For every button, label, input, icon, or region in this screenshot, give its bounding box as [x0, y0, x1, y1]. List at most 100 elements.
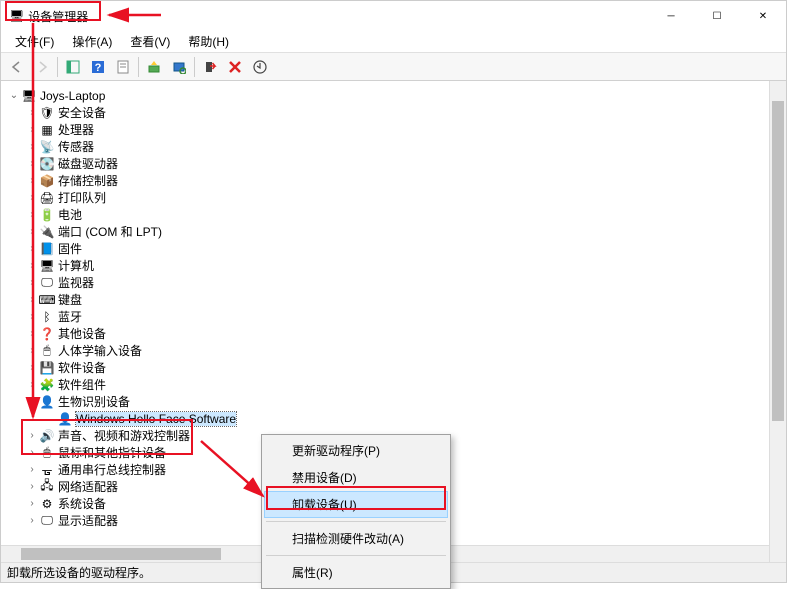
- menu-view[interactable]: 查看(V): [122, 31, 178, 52]
- expander-icon[interactable]: ›: [25, 311, 39, 322]
- tree-category[interactable]: ›🖨打印队列: [7, 189, 786, 206]
- toolbar-disable[interactable]: [198, 55, 222, 79]
- toolbar-show-hide[interactable]: [61, 55, 85, 79]
- tree-category[interactable]: ›🖥计算机: [7, 257, 786, 274]
- context-separator: [266, 555, 446, 556]
- expander-icon[interactable]: ›: [25, 447, 39, 458]
- expander-icon[interactable]: ›: [25, 175, 39, 186]
- tree-node-label: 端口 (COM 和 LPT): [58, 223, 162, 240]
- status-text: 卸载所选设备的驱动程序。: [7, 564, 151, 581]
- svg-text:?: ?: [95, 62, 102, 74]
- expander-icon[interactable]: ⌄: [7, 90, 21, 101]
- tree-node-label: 固件: [58, 240, 82, 257]
- expander-icon[interactable]: ›: [25, 379, 39, 390]
- expander-icon[interactable]: ›: [25, 464, 39, 475]
- tree-root[interactable]: ⌄🖥Joys-Laptop: [7, 87, 786, 104]
- expander-icon[interactable]: ›: [25, 124, 39, 135]
- tree-category[interactable]: ›🖵监视器: [7, 274, 786, 291]
- tree-category[interactable]: ›❓其他设备: [7, 325, 786, 342]
- tree-category[interactable]: ›🛡安全设备: [7, 104, 786, 121]
- toolbar-properties[interactable]: [111, 55, 135, 79]
- toolbar-back[interactable]: [5, 55, 29, 79]
- expander-icon[interactable]: ›: [25, 481, 39, 492]
- context-disable-device[interactable]: 禁用设备(D): [264, 464, 448, 491]
- context-properties[interactable]: 属性(R): [264, 559, 448, 586]
- tree-category[interactable]: ›🧩软件组件: [7, 376, 786, 393]
- context-menu: 更新驱动程序(P) 禁用设备(D) 卸载设备(U) 扫描检测硬件改动(A) 属性…: [261, 434, 451, 589]
- expander-icon[interactable]: ›: [25, 141, 39, 152]
- expander-icon[interactable]: ›: [25, 430, 39, 441]
- tree-node-label: 通用串行总线控制器: [58, 461, 166, 478]
- expander-icon[interactable]: ›: [25, 209, 39, 220]
- context-separator: [266, 521, 446, 522]
- storage-icon: 📦: [39, 173, 55, 189]
- close-button[interactable]: ✕: [740, 1, 786, 31]
- toolbar-update-driver[interactable]: [142, 55, 166, 79]
- tree-item-hello-face[interactable]: 👤Windows Hello Face Software: [7, 410, 786, 427]
- expander-icon[interactable]: ›: [25, 345, 39, 356]
- expander-icon[interactable]: ›: [25, 226, 39, 237]
- maximize-button[interactable]: ☐: [694, 1, 740, 31]
- tree-category[interactable]: ›⌨键盘: [7, 291, 786, 308]
- tree-category[interactable]: ›📡传感器: [7, 138, 786, 155]
- toolbar-add-legacy[interactable]: [248, 55, 272, 79]
- expander-icon[interactable]: ›: [25, 277, 39, 288]
- tree-category[interactable]: ›📦存储控制器: [7, 172, 786, 189]
- expander-icon[interactable]: ›: [25, 328, 39, 339]
- tree-node-label: 处理器: [58, 121, 94, 138]
- tree-node-label: 打印队列: [58, 189, 106, 206]
- expander-icon[interactable]: ›: [25, 515, 39, 526]
- expander-icon[interactable]: ›: [25, 192, 39, 203]
- expander-icon[interactable]: ›: [25, 107, 39, 118]
- tree-category[interactable]: ›ᛒ蓝牙: [7, 308, 786, 325]
- toolbar-scan-hardware[interactable]: [167, 55, 191, 79]
- tree-category[interactable]: ›📘固件: [7, 240, 786, 257]
- tree-category-biometric[interactable]: ⌄👤生物识别设备: [7, 393, 786, 410]
- vertical-scrollbar[interactable]: [769, 81, 786, 562]
- expander-icon[interactable]: ›: [25, 158, 39, 169]
- context-uninstall-device[interactable]: 卸载设备(U): [264, 491, 448, 518]
- printer-icon: 🖨: [39, 190, 55, 206]
- toolbar-forward[interactable]: [30, 55, 54, 79]
- expander-icon[interactable]: ›: [25, 498, 39, 509]
- toolbar: ?: [1, 53, 786, 81]
- menu-help[interactable]: 帮助(H): [180, 31, 237, 52]
- tree-category[interactable]: ›💽磁盘驱动器: [7, 155, 786, 172]
- tree-node-label: 安全设备: [58, 104, 106, 121]
- tree-node-label: Joys-Laptop: [40, 89, 105, 103]
- tree-node-label: 监视器: [58, 274, 94, 291]
- minimize-button[interactable]: ─: [648, 1, 694, 31]
- expander-icon[interactable]: ›: [25, 294, 39, 305]
- system-icon: ⚙: [39, 496, 55, 512]
- expander-icon[interactable]: ›: [25, 243, 39, 254]
- tree-node-label: 电池: [58, 206, 82, 223]
- context-update-driver[interactable]: 更新驱动程序(P): [264, 437, 448, 464]
- expander-icon[interactable]: ›: [25, 260, 39, 271]
- tree-node-label: 传感器: [58, 138, 94, 155]
- tree-category[interactable]: ›🔋电池: [7, 206, 786, 223]
- expander-icon[interactable]: ›: [25, 362, 39, 373]
- tree-category[interactable]: ›💾软件设备: [7, 359, 786, 376]
- mouse-icon: 🖱: [39, 445, 55, 461]
- biometric-icon: 👤: [57, 411, 73, 427]
- context-scan-hardware[interactable]: 扫描检测硬件改动(A): [264, 525, 448, 552]
- tree-node-label: 生物识别设备: [58, 393, 130, 410]
- tree-node-label: Windows Hello Face Software: [76, 412, 236, 426]
- tree-node-label: 磁盘驱动器: [58, 155, 118, 172]
- sensor-icon: 📡: [39, 139, 55, 155]
- tree-node-label: 声音、视频和游戏控制器: [58, 427, 190, 444]
- menu-bar: 文件(F) 操作(A) 查看(V) 帮助(H): [1, 31, 786, 53]
- tree-category[interactable]: ›▦处理器: [7, 121, 786, 138]
- tree-category[interactable]: ›🖱人体学输入设备: [7, 342, 786, 359]
- toolbar-uninstall[interactable]: [223, 55, 247, 79]
- tree-category[interactable]: ›🔌端口 (COM 和 LPT): [7, 223, 786, 240]
- tree-node-label: 显示适配器: [58, 512, 118, 529]
- menu-action[interactable]: 操作(A): [64, 31, 120, 52]
- shield-icon: 🛡: [39, 105, 55, 121]
- expander-icon[interactable]: ⌄: [25, 396, 39, 407]
- tree-node-label: 存储控制器: [58, 172, 118, 189]
- biometric-icon: 👤: [39, 394, 55, 410]
- tree-node-label: 计算机: [58, 257, 94, 274]
- toolbar-help[interactable]: ?: [86, 55, 110, 79]
- menu-file[interactable]: 文件(F): [7, 31, 62, 52]
